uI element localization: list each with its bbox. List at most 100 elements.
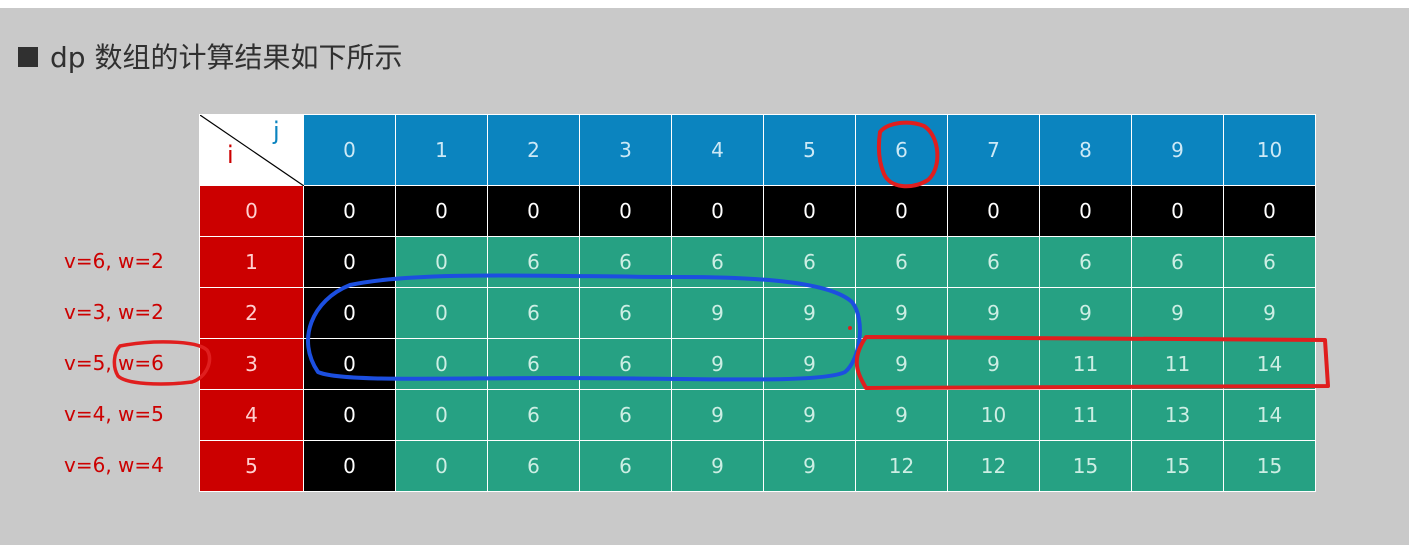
cell-r2-c1: 0 bbox=[395, 287, 488, 339]
cell-r5-c10: 15 bbox=[1223, 440, 1316, 492]
cell-r5-c6: 12 bbox=[855, 440, 948, 492]
cell-r1-c10: 6 bbox=[1223, 236, 1316, 288]
cell-r0-c7: 0 bbox=[947, 185, 1040, 237]
row-label-4: v=4, w=5 bbox=[64, 402, 164, 426]
cell-r2-c3: 6 bbox=[579, 287, 672, 339]
cell-r1-c1: 0 bbox=[395, 236, 488, 288]
cell-r2-c5: 9 bbox=[763, 287, 856, 339]
cell-r0-c4: 0 bbox=[671, 185, 764, 237]
column-header-3: 3 bbox=[579, 114, 672, 186]
table-row: 000000000000 bbox=[199, 185, 1316, 237]
cell-r4-c3: 6 bbox=[579, 389, 672, 441]
heading-text: dp 数组的计算结果如下所示 bbox=[50, 41, 403, 74]
column-header-5: 5 bbox=[763, 114, 856, 186]
corner-cell: ij bbox=[199, 114, 304, 186]
table-row: 3 0 0 6 6 9 9 9 9 11 11 14 bbox=[199, 338, 1316, 390]
cell-r3-c8: 11 bbox=[1039, 338, 1132, 390]
col-symbol: j bbox=[273, 117, 280, 145]
cell-r5-c1: 0 bbox=[395, 440, 488, 492]
cell-r4-c5: 9 bbox=[763, 389, 856, 441]
row-symbol: i bbox=[227, 141, 234, 169]
column-header-4: 4 bbox=[671, 114, 764, 186]
row-header-5: 5 bbox=[199, 440, 304, 492]
cell-r1-c6: 6 bbox=[855, 236, 948, 288]
cell-r1-c3: 6 bbox=[579, 236, 672, 288]
cell-r3-c10: 14 bbox=[1223, 338, 1316, 390]
cell-r0-c5: 0 bbox=[763, 185, 856, 237]
cell-r5-c8: 15 bbox=[1039, 440, 1132, 492]
cell-r0-c8: 0 bbox=[1039, 185, 1132, 237]
cell-r0-c3: 0 bbox=[579, 185, 672, 237]
column-header-0: 0 bbox=[303, 114, 396, 186]
column-header-10: 10 bbox=[1223, 114, 1316, 186]
row-label-2: v=3, w=2 bbox=[64, 300, 164, 324]
cell-r1-c8: 6 bbox=[1039, 236, 1132, 288]
cell-r3-c2: 6 bbox=[487, 338, 580, 390]
table-row: 5 0 0 6 6 9 9 12 12 15 15 15 bbox=[199, 440, 1316, 492]
table-row: 200669999999 bbox=[199, 287, 1316, 339]
row-header-1: 1 bbox=[199, 236, 304, 288]
header-row: i j 0 1 2 3 4 5 6 7 8 9 10 bbox=[199, 114, 1316, 186]
cell-r5-c9: 15 bbox=[1131, 440, 1224, 492]
row-header-0: 0 bbox=[199, 185, 304, 237]
cell-r4-c4: 9 bbox=[671, 389, 764, 441]
cell-r1-c7: 6 bbox=[947, 236, 1040, 288]
row-header-2: 2 bbox=[199, 287, 304, 339]
cell-r0-c2: 0 bbox=[487, 185, 580, 237]
cell-r4-c9: 13 bbox=[1131, 389, 1224, 441]
column-header-6: 6 bbox=[855, 114, 948, 186]
dp-table: i j 0 1 2 3 4 5 6 7 8 9 10 0 0 0 0 0 0 0 0 0 0 0 0 1 0 0 6 6 6 6 6 6 6 6 6 2 0… bbox=[199, 114, 1316, 492]
column-header-7: 7 bbox=[947, 114, 1040, 186]
cell-r5-c3: 6 bbox=[579, 440, 672, 492]
table-row: 4 0 0 6 6 9 9 9 10 11 13 14 bbox=[199, 389, 1316, 441]
cell-r1-c0: 0 bbox=[303, 236, 396, 288]
row-label-3: v=5, w=6 bbox=[64, 351, 164, 375]
cell-r0-c6: 0 bbox=[855, 185, 948, 237]
cell-r2-c6: 9 bbox=[855, 287, 948, 339]
cell-r2-c2: 6 bbox=[487, 287, 580, 339]
row-header-4: 4 bbox=[199, 389, 304, 441]
cell-r1-c2: 6 bbox=[487, 236, 580, 288]
cell-r2-c4: 9 bbox=[671, 287, 764, 339]
cell-r1-c9: 6 bbox=[1131, 236, 1224, 288]
cell-r3-c6: 9 bbox=[855, 338, 948, 390]
heading: dp 数组的计算结果如下所示 bbox=[18, 36, 402, 76]
cell-r2-c8: 9 bbox=[1039, 287, 1132, 339]
cell-r3-c3: 6 bbox=[579, 338, 672, 390]
column-header-2: 2 bbox=[487, 114, 580, 186]
cell-r0-c1: 0 bbox=[395, 185, 488, 237]
cell-r4-c8: 11 bbox=[1039, 389, 1132, 441]
table-row: 100666666666 bbox=[199, 236, 1316, 288]
cell-r5-c2: 6 bbox=[487, 440, 580, 492]
cell-r3-c7: 9 bbox=[947, 338, 1040, 390]
cell-r4-c2: 6 bbox=[487, 389, 580, 441]
cell-r0-c0: 0 bbox=[303, 185, 396, 237]
cell-r3-c4: 9 bbox=[671, 338, 764, 390]
column-header-9: 9 bbox=[1131, 114, 1224, 186]
cell-r4-c1: 0 bbox=[395, 389, 488, 441]
cell-r0-c10: 0 bbox=[1223, 185, 1316, 237]
column-header-8: 8 bbox=[1039, 114, 1132, 186]
cell-r4-c0: 0 bbox=[303, 389, 396, 441]
cell-r0-c9: 0 bbox=[1131, 185, 1224, 237]
row-label-5: v=6, w=4 bbox=[64, 453, 164, 477]
row-header-3: 3 bbox=[199, 338, 304, 390]
cell-r3-c1: 0 bbox=[395, 338, 488, 390]
cell-r2-c10: 9 bbox=[1223, 287, 1316, 339]
cell-r4-c7: 10 bbox=[947, 389, 1040, 441]
cell-r2-c7: 9 bbox=[947, 287, 1040, 339]
cell-r3-c9: 11 bbox=[1131, 338, 1224, 390]
cell-r2-c9: 9 bbox=[1131, 287, 1224, 339]
cell-r5-c0: 0 bbox=[303, 440, 396, 492]
cell-r5-c4: 9 bbox=[671, 440, 764, 492]
cell-r4-c10: 14 bbox=[1223, 389, 1316, 441]
column-header-1: 1 bbox=[395, 114, 488, 186]
cell-r3-c5: 9 bbox=[763, 338, 856, 390]
cell-r1-c4: 6 bbox=[671, 236, 764, 288]
cell-r2-c0: 0 bbox=[303, 287, 396, 339]
cell-r3-c0: 0 bbox=[303, 338, 396, 390]
bullet-square-icon bbox=[18, 47, 38, 67]
row-label-1: v=6, w=2 bbox=[64, 249, 164, 273]
diagonal-line bbox=[200, 115, 304, 186]
cell-r5-c5: 9 bbox=[763, 440, 856, 492]
